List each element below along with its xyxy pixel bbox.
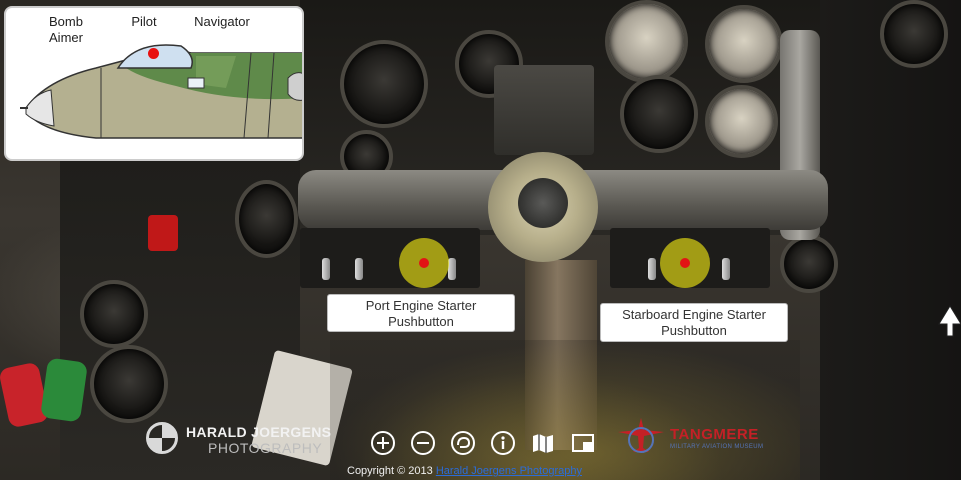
partner-name: TANGMERE bbox=[670, 426, 759, 443]
map-icon[interactable] bbox=[530, 430, 556, 456]
aircraft-logo-icon bbox=[618, 418, 664, 453]
gauge bbox=[605, 0, 688, 83]
gauge bbox=[90, 345, 168, 423]
partner-subtitle: MILITARY AVIATION MUSEUM bbox=[670, 444, 764, 450]
toggle-switch bbox=[648, 258, 656, 280]
toggle-switch bbox=[722, 258, 730, 280]
callout-line: Pushbutton bbox=[388, 314, 454, 329]
callout-line: Port Engine Starter bbox=[365, 298, 477, 313]
hotspot-port-engine-starter[interactable] bbox=[399, 238, 449, 288]
gauge bbox=[235, 180, 298, 258]
gauge bbox=[880, 0, 948, 68]
control-bracket bbox=[494, 65, 594, 155]
brand-name: HARALD JOERGENS bbox=[186, 424, 332, 440]
info-icon[interactable] bbox=[490, 430, 516, 456]
copyright-notice: Copyright © 2013 Harald Joergens Photogr… bbox=[347, 465, 582, 477]
tangmere-museum-logo[interactable]: TANGMERE MILITARY AVIATION MUSEUM bbox=[616, 414, 776, 458]
hotspot-dot bbox=[419, 258, 429, 268]
crew-label-pilot: Pilot bbox=[131, 14, 157, 29]
callout-line: Pushbutton bbox=[661, 323, 727, 338]
zoom-out-icon[interactable] bbox=[410, 430, 436, 456]
gauge bbox=[80, 280, 148, 348]
pilot-position-marker[interactable] bbox=[148, 48, 159, 59]
toggle-switch bbox=[355, 258, 363, 280]
zoom-in-icon[interactable] bbox=[370, 430, 396, 456]
hotspot-starboard-engine-starter[interactable] bbox=[660, 238, 710, 288]
gauge bbox=[705, 5, 783, 83]
right-side-panel bbox=[820, 0, 961, 480]
brand-subtitle: PHOTOGRAPHY bbox=[208, 440, 323, 456]
crew-label-navigator: Navigator bbox=[194, 14, 250, 29]
red-guard-switch bbox=[148, 215, 178, 251]
callout-line: Starboard Engine Starter bbox=[622, 307, 766, 322]
gauge bbox=[780, 235, 838, 293]
toggle-switch bbox=[448, 258, 456, 280]
hotspot-dot bbox=[680, 258, 690, 268]
callout-starboard-engine-starter[interactable]: Starboard Engine Starter Pushbutton bbox=[600, 303, 788, 342]
gauge bbox=[340, 40, 428, 128]
crew-label-bomb-aimer: Bomb Aimer bbox=[49, 14, 83, 45]
green-knob bbox=[40, 357, 88, 423]
cockpit-floor bbox=[330, 340, 800, 480]
crew-position-inset: Bomb Aimer Pilot Navigator bbox=[4, 6, 304, 161]
autorotate-icon[interactable] bbox=[450, 430, 476, 456]
yoke-hub-center bbox=[518, 178, 568, 228]
callout-port-engine-starter[interactable]: Port Engine Starter Pushbutton bbox=[327, 294, 515, 332]
navigate-arrow-icon[interactable] bbox=[936, 304, 961, 338]
gauge bbox=[620, 75, 698, 153]
photographer-link[interactable]: Harald Joergens Photography bbox=[436, 465, 582, 477]
fullscreen-icon[interactable] bbox=[570, 430, 596, 456]
gauge bbox=[705, 85, 778, 158]
toggle-switch bbox=[322, 258, 330, 280]
copyright-text: Copyright © 2013 bbox=[347, 465, 433, 477]
aperture-logo-icon bbox=[146, 422, 178, 454]
